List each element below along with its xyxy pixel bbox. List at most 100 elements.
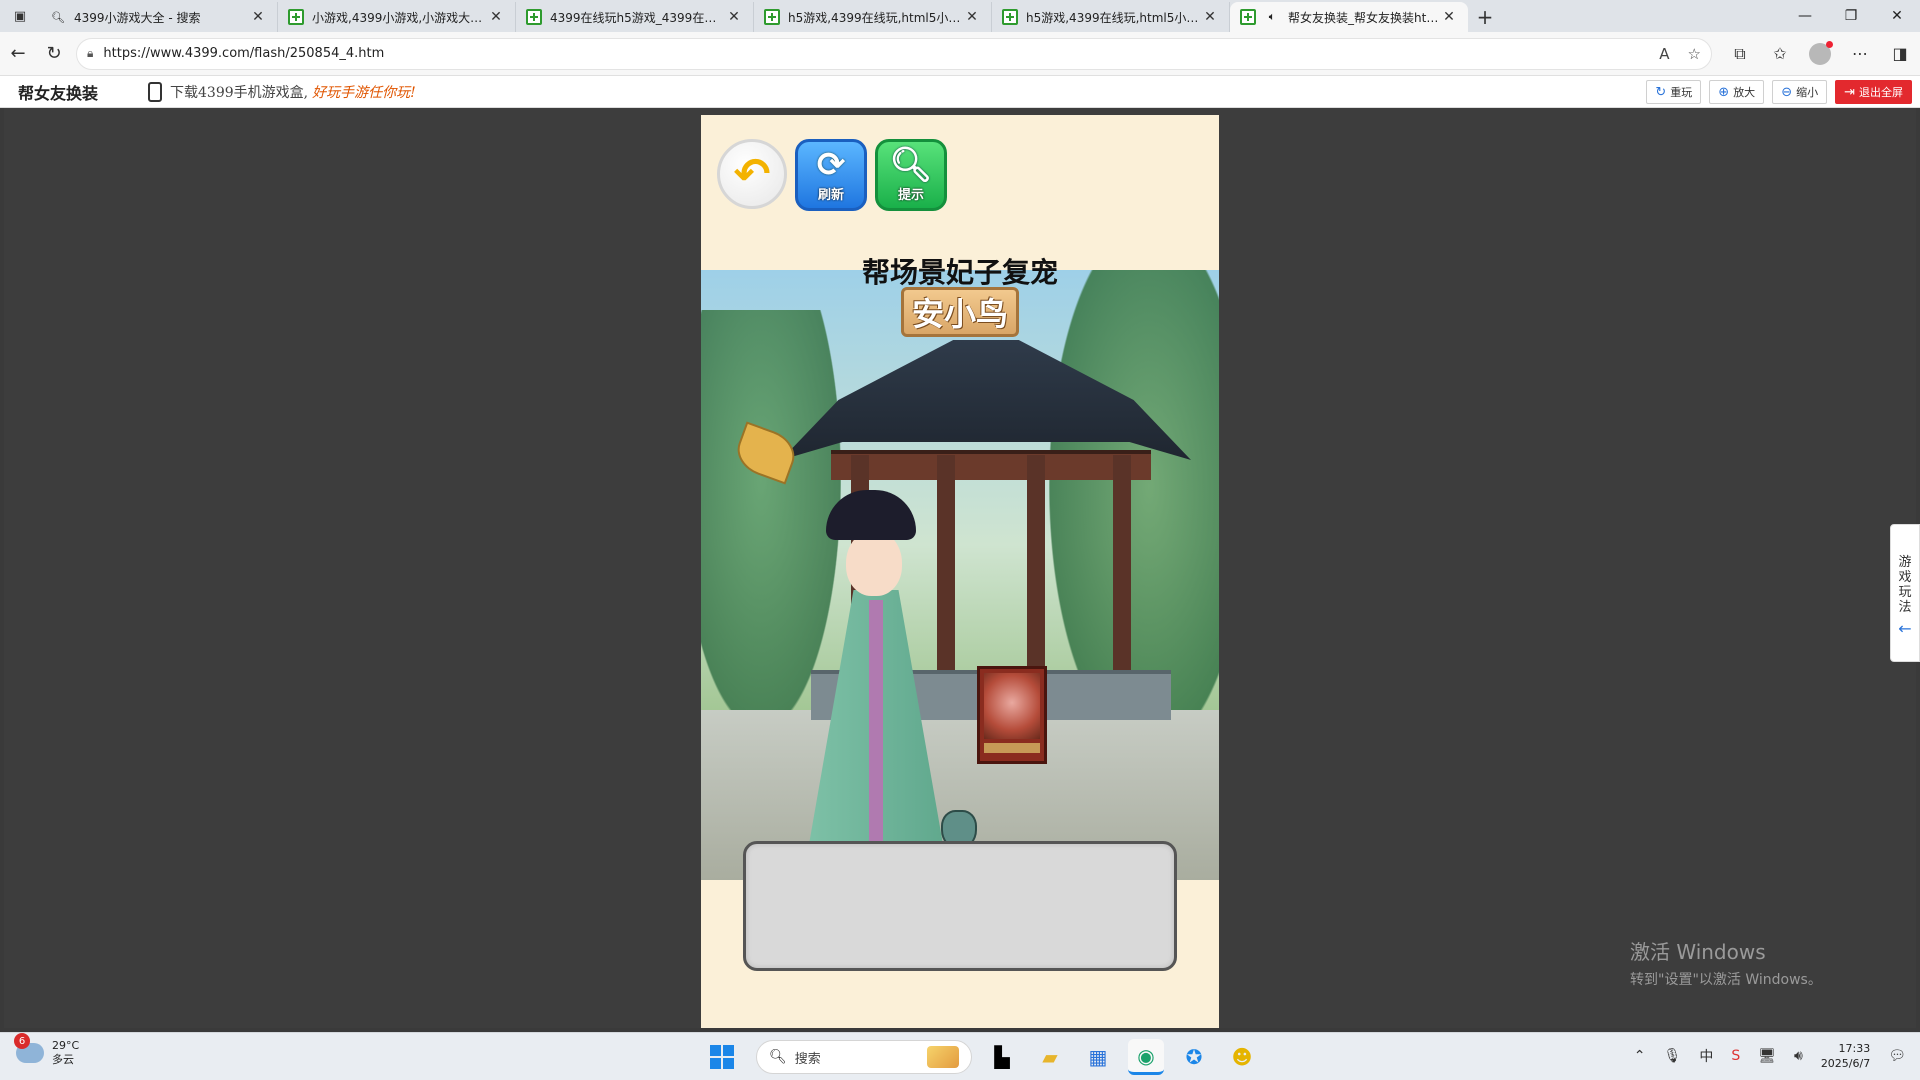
read-aloud-icon[interactable]: A: [1659, 45, 1669, 63]
palace-scene[interactable]: [701, 270, 1219, 890]
security-app-icon[interactable]: S: [1731, 1048, 1740, 1064]
grid-icon: [764, 9, 780, 25]
favorite-star-icon[interactable]: ☆: [1688, 45, 1701, 63]
task-view-icon[interactable]: ▙: [984, 1039, 1020, 1075]
undo-arrow-icon: ↶: [733, 148, 771, 200]
close-icon[interactable]: ✕: [963, 9, 981, 25]
replay-button[interactable]: ↻ 重玩: [1646, 80, 1702, 104]
help-char: 玩: [1898, 585, 1912, 600]
card-caption: [984, 743, 1040, 753]
profile-button[interactable]: [1800, 36, 1840, 72]
answer-box[interactable]: [743, 841, 1177, 971]
replay-label: 重玩: [1670, 86, 1693, 99]
restore-icon[interactable]: ❐: [1828, 0, 1874, 32]
close-icon[interactable]: ✕: [487, 9, 505, 25]
start-button[interactable]: [710, 1045, 734, 1069]
reload-button[interactable]: ↻: [36, 36, 72, 72]
back-button[interactable]: ←: [0, 36, 36, 72]
url-text: https://www.4399.com/flash/250854_4.htm: [103, 46, 385, 61]
exit-icon: ⇥: [1844, 84, 1855, 100]
chevron-up-icon[interactable]: ⌃: [1634, 1048, 1646, 1064]
close-icon[interactable]: ✕: [725, 9, 743, 25]
character-headdress: [826, 490, 916, 540]
store-icon[interactable]: ▦: [1080, 1039, 1116, 1075]
game-canvas[interactable]: ↶ ⟳ 刷新 🔍︎ 提示 帮场景妃子复宠 安小鸟: [701, 115, 1219, 1028]
tab-title: 4399小游戏大全 - 搜索: [74, 10, 201, 25]
taskbar-apps: 🔍︎ 搜索 ▙ ▰ ▦ ◉ ✪ ☻: [700, 1039, 1260, 1075]
browser-tab-strip: ▣ 🔍︎ 4399小游戏大全 - 搜索 ✕ 小游戏,4399小游戏,小游戏大全,…: [0, 0, 1920, 32]
more-menu-icon[interactable]: ⋯: [1840, 36, 1880, 72]
search-placeholder: 搜索: [794, 1051, 821, 1067]
tab-title: h5游戏,4399在线玩,html5小游戏大全: [788, 10, 963, 25]
monkey-card-item[interactable]: [977, 666, 1047, 764]
tab-4399-home[interactable]: 小游戏,4399小游戏,小游戏大全,双人小游戏 ✕: [278, 2, 516, 32]
tab-search[interactable]: 🔍︎ 4399小游戏大全 - 搜索 ✕: [40, 2, 278, 32]
ime-indicator[interactable]: 中: [1699, 1046, 1713, 1066]
subject-tag: 安小鸟: [901, 287, 1019, 337]
level-title: 帮场景妃子复宠: [861, 256, 1058, 289]
notification-icon[interactable]: 💬︎: [1888, 1048, 1906, 1064]
minimize-icon[interactable]: —: [1782, 0, 1828, 32]
help-char: 戏: [1898, 570, 1912, 585]
network-icon[interactable]: 🖥︎: [1758, 1048, 1776, 1064]
refresh-button[interactable]: ⟳ 刷新: [795, 139, 867, 211]
weather-condition: 多云: [52, 1053, 74, 1066]
extensions-icon[interactable]: ⧉: [1720, 36, 1760, 72]
refresh-icon: ⟳: [816, 144, 846, 185]
lock-icon[interactable]: 🔒︎: [87, 46, 93, 61]
card-picture: [984, 673, 1040, 739]
mascot-app-icon[interactable]: ☻: [1224, 1039, 1260, 1075]
close-icon[interactable]: ✕: [1440, 9, 1458, 25]
sidebar-toggle-icon[interactable]: ◨: [1880, 36, 1920, 72]
close-window-icon[interactable]: ✕: [1874, 0, 1920, 32]
favorites-icon[interactable]: ✩: [1760, 36, 1800, 72]
phone-icon: [148, 81, 162, 102]
tab-actions-icon[interactable]: ▣: [0, 0, 40, 32]
tab-h5-games-1[interactable]: h5游戏,4399在线玩,html5小游戏大全 ✕: [754, 2, 992, 32]
promo-link[interactable]: 下载4399手机游戏盒, 好玩手游任你玩!: [170, 82, 416, 102]
zoom-in-icon: ⊕: [1718, 84, 1730, 100]
tab-title: 帮女友换装_帮女友换装html5游戏: [1288, 10, 1440, 25]
url-field[interactable]: 🔒︎ https://www.4399.com/flash/250854_4.h…: [76, 37, 1712, 70]
clock[interactable]: 17:33 2025/6/7: [1821, 1041, 1870, 1071]
file-explorer-icon[interactable]: ▰: [1032, 1039, 1068, 1075]
watermark-subtitle: 转到"设置"以激活 Windows。: [1630, 972, 1822, 988]
hint-button[interactable]: 🔍︎ 提示: [875, 139, 947, 211]
tab-title: 4399在线玩h5游戏_4399在线玩h5: [550, 10, 725, 25]
zoom-out-button[interactable]: ⊖ 缩小: [1772, 80, 1828, 104]
new-tab-button[interactable]: +: [1468, 2, 1502, 32]
taskbar-search[interactable]: 🔍︎ 搜索: [756, 1040, 972, 1074]
speaker-icon[interactable]: 🔈︎: [1264, 9, 1280, 25]
microphone-icon[interactable]: 🎙︎: [1664, 1048, 1682, 1064]
tab-h5-games-2[interactable]: h5游戏,4399在线玩,html5小游戏大全 ✕: [992, 2, 1230, 32]
grid-icon: [1240, 9, 1256, 25]
help-char: 游: [1898, 555, 1912, 570]
notification-badge: 6: [14, 1033, 30, 1049]
promo-text: 下载4399手机游戏盒,: [170, 84, 309, 101]
address-bar: ← ↻ 🔒︎ https://www.4399.com/flash/250854…: [0, 32, 1920, 76]
volume-icon[interactable]: 🔊︎: [1794, 1048, 1803, 1064]
game-header: 帮女友换装 下载4399手机游戏盒, 好玩手游任你玩! ↻ 重玩 ⊕ 放大 ⊖ 缩小 ⇥…: [0, 76, 1920, 108]
game-toolbar: ↻ 重玩 ⊕ 放大 ⊖ 缩小 ⇥ 退出全屏: [1646, 80, 1912, 104]
tab-title: 小游戏,4399小游戏,小游戏大全,双人小游戏: [312, 10, 487, 25]
close-icon[interactable]: ✕: [249, 9, 267, 25]
avatar: [1809, 40, 1833, 65]
tab-current-game[interactable]: 🔈︎ 帮女友换装_帮女友换装html5游戏 ✕: [1230, 2, 1468, 32]
cloud-icon: 6: [14, 1033, 44, 1063]
tab-title: h5游戏,4399在线玩,html5小游戏大全: [1026, 10, 1201, 25]
app-icon[interactable]: ✪: [1176, 1039, 1212, 1075]
hint-label: 提示: [897, 187, 924, 203]
zoom-in-button[interactable]: ⊕ 放大: [1709, 80, 1765, 104]
edge-browser-icon[interactable]: ◉: [1128, 1039, 1164, 1075]
arrow-left-icon: ←: [1898, 619, 1912, 638]
close-icon[interactable]: ✕: [1201, 9, 1219, 25]
undo-button[interactable]: ↶: [717, 139, 787, 209]
game-help-tab[interactable]: 游 戏 玩 法 ←: [1890, 524, 1920, 662]
grid-icon: [526, 9, 542, 25]
exit-fullscreen-button[interactable]: ⇥ 退出全屏: [1835, 80, 1912, 104]
weather-widget[interactable]: 6 29°C 多云: [14, 1033, 79, 1067]
clock-date: 2025/6/7: [1820, 1057, 1871, 1070]
magnifier-icon: 🔍︎: [889, 144, 933, 185]
refresh-label: 刷新: [817, 187, 844, 203]
tab-h5-online[interactable]: 4399在线玩h5游戏_4399在线玩h5 ✕: [516, 2, 754, 32]
